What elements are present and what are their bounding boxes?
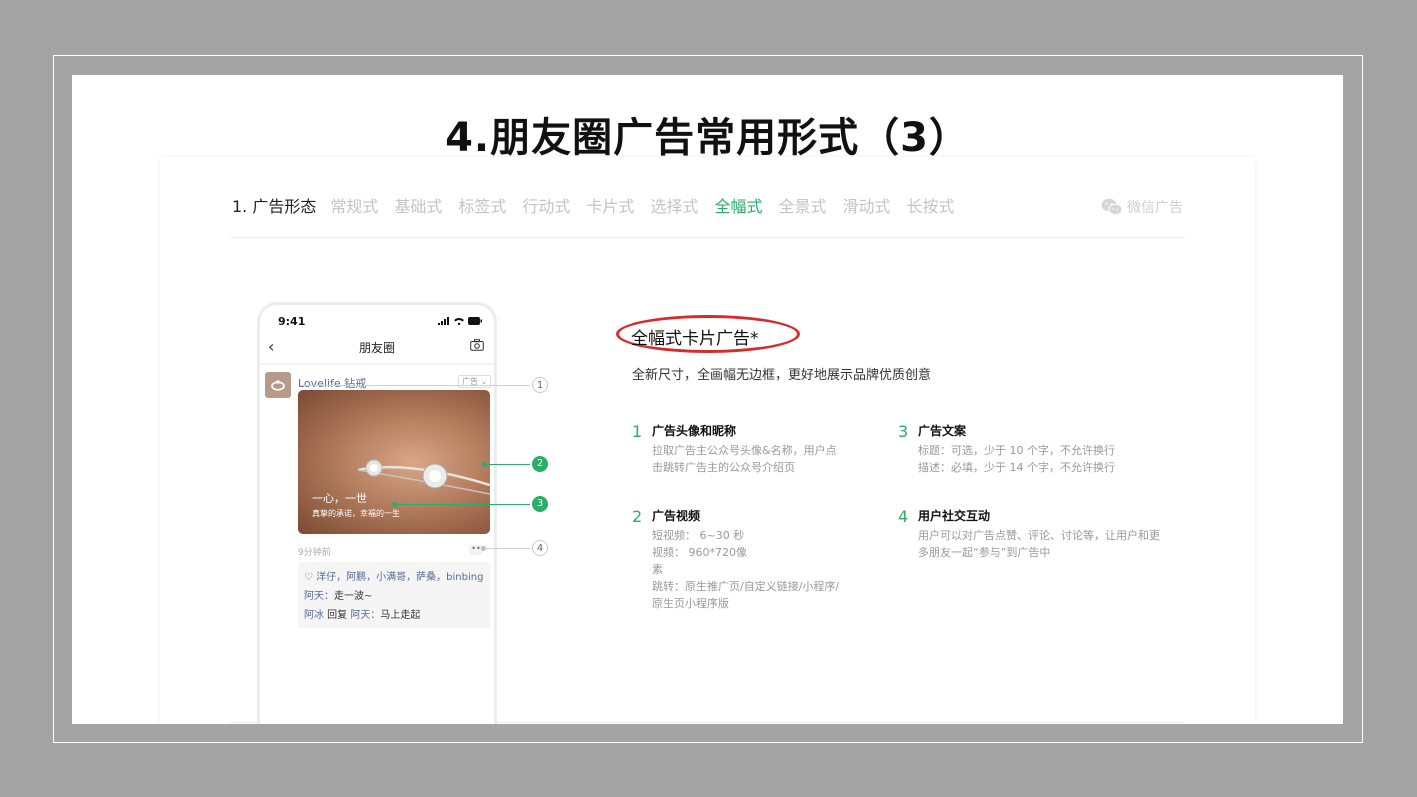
feed-separator [260, 363, 494, 365]
callout-badge-2: 2 [532, 456, 548, 472]
section-subheading: 全新尺寸，全画幅无边框，更好地展示品牌优质创意 [632, 368, 932, 383]
heart-icon: ♡ [304, 572, 313, 583]
reply-text: 马上走起 [380, 610, 421, 621]
tab-jichu[interactable]: 基础式 [394, 193, 442, 217]
desc-line: 多朋友一起“参与”到广告中 [918, 546, 1051, 559]
advertiser-avatar[interactable] [265, 372, 291, 398]
tab-biaoqian[interactable]: 标签式 [458, 193, 506, 217]
ad-tag[interactable]: 广告 ⌄ [458, 375, 492, 388]
desc-line: 视频： 960*720像 [652, 546, 747, 559]
desc-line: 描述：必填，少于 14 个字，不允许换行 [918, 461, 1115, 474]
social-interaction-box: ♡ 洋仔，阿鹏，小满哥，萨桑，binbing 阿天：走一波~ 阿冰 回复 阿天：… [298, 562, 490, 628]
ad-headline: 一心，一世 [312, 492, 367, 505]
feature-number: 4 [898, 507, 909, 526]
signal-icon [438, 317, 449, 325]
desc-line: 素 [652, 563, 663, 576]
callout-badge-4: 4 [532, 540, 548, 556]
desc-line: 击跳转广告主的公众号介绍页 [652, 461, 795, 474]
feature-number: 2 [632, 507, 643, 526]
feature-title: 广告视频 [652, 509, 701, 523]
advertiser-name[interactable]: Lovelife 钻戒 [298, 375, 366, 391]
desc-line: 拉取广告主公众号头像&名称，用户点 [652, 444, 837, 457]
content-panel: 1. 广告形态 常规式 基础式 标签式 行动式 卡片式 选择式 全幅式 全景式 … [160, 157, 1255, 724]
likes-row[interactable]: ♡ 洋仔，阿鹏，小满哥，萨桑，binbing [304, 568, 484, 587]
feature-desc: 用户可以对广告点赞、评论、讨论等，让用户和更 多朋友一起“参与”到广告中 [918, 527, 1160, 561]
status-time: 9:41 [278, 315, 306, 328]
slide-title: 4.朋友圈广告常用形式（3） [445, 115, 970, 161]
callout-line-3 [395, 504, 530, 505]
desc-line: 标题：可选，少于 10 个字，不允许换行 [918, 444, 1115, 457]
feature-desc: 标题：可选，少于 10 个字，不允许换行 描述：必填，少于 14 个字，不允许换… [918, 442, 1115, 476]
feature-title: 广告头像和昵称 [652, 424, 737, 438]
section-heading: 全幅式卡片广告* [616, 315, 802, 355]
comment-row[interactable]: 阿天：走一波~ [304, 587, 484, 606]
ad-description: 真挚的承诺，幸福的一生 [312, 509, 400, 518]
brand-label: 微信广告 [1127, 200, 1183, 216]
tab-xingdong[interactable]: 行动式 [522, 193, 570, 217]
wechat-ads-brand: 微信广告 [1101, 197, 1183, 217]
callout-badge-3: 3 [532, 496, 548, 512]
callout-badge-1: 1 [532, 377, 548, 393]
desc-line: 用户可以对广告点赞、评论、讨论等，让用户和更 [918, 529, 1160, 542]
phone-nav-bar: ‹ 朋友圈 [260, 333, 494, 361]
feature-title: 广告文案 [918, 424, 967, 438]
ad-video[interactable]: 一心，一世 真挚的承诺，幸福的一生 [298, 390, 490, 534]
likes-list: 洋仔，阿鹏，小满哥，萨桑，binbing [316, 572, 484, 583]
moments-title: 朋友圈 [358, 341, 395, 355]
desc-line: 跳转：原生推广页/自定义链接/小程序/ [652, 580, 840, 593]
phone-mockup: 9:41 ‹ 朋友圈 Lovelife 钻戒 广告 ⌄ 一心，一世 真挚的承诺，… [257, 302, 497, 724]
battery-icon [468, 317, 482, 325]
ad-format-nav: 1. 广告形态 常规式 基础式 标签式 行动式 卡片式 选择式 全幅式 全景式 … [232, 193, 971, 217]
tab-changgui[interactable]: 常规式 [330, 193, 378, 217]
section-heading-text: 全幅式卡片广告* [631, 329, 759, 349]
tab-kapian[interactable]: 卡片式 [586, 193, 634, 217]
reply-row[interactable]: 阿冰 回复 阿天：马上走起 [304, 606, 484, 625]
nav-lead: 1. 广告形态 [232, 197, 317, 216]
feature-number: 3 [898, 422, 909, 441]
desc-line: 原生页小程序版 [652, 597, 729, 610]
feature-title: 用户社交互动 [918, 509, 991, 523]
feature-number: 1 [632, 422, 643, 441]
status-icons [438, 317, 482, 325]
nav-divider [230, 237, 1185, 238]
comment-text: 走一波~ [334, 591, 373, 602]
tab-changan[interactable]: 长按式 [907, 193, 955, 217]
desc-line: 短视频： 6~30 秒 [652, 529, 745, 542]
reply-connector: 回复 [324, 610, 351, 621]
callout-line-4 [484, 548, 530, 549]
camera-icon[interactable] [470, 339, 484, 351]
reply-target[interactable]: 阿天： [350, 610, 380, 621]
post-time: 9分钟前 [298, 548, 331, 558]
tab-huadong[interactable]: 滑动式 [842, 193, 890, 217]
wifi-icon [454, 318, 464, 325]
ring-icon [271, 380, 285, 391]
feature-desc: 短视频： 6~30 秒 视频： 960*720像 素 跳转：原生推广页/自定义链… [652, 527, 839, 612]
reply-user[interactable]: 阿冰 [304, 610, 324, 621]
tab-quanfu[interactable]: 全幅式 [714, 193, 762, 217]
wechat-icon [1101, 198, 1123, 216]
slide: 4.朋友圈广告常用形式（3） 1. 广告形态 常规式 基础式 标签式 行动式 卡… [72, 75, 1343, 724]
comment-user[interactable]: 阿天： [304, 591, 334, 602]
feature-desc: 拉取广告主公众号头像&名称，用户点 击跳转广告主的公众号介绍页 [652, 442, 837, 476]
callout-line-2 [485, 464, 530, 465]
tab-quanjing[interactable]: 全景式 [778, 193, 826, 217]
callout-line-1 [300, 385, 530, 386]
tab-xuanze[interactable]: 选择式 [650, 193, 698, 217]
